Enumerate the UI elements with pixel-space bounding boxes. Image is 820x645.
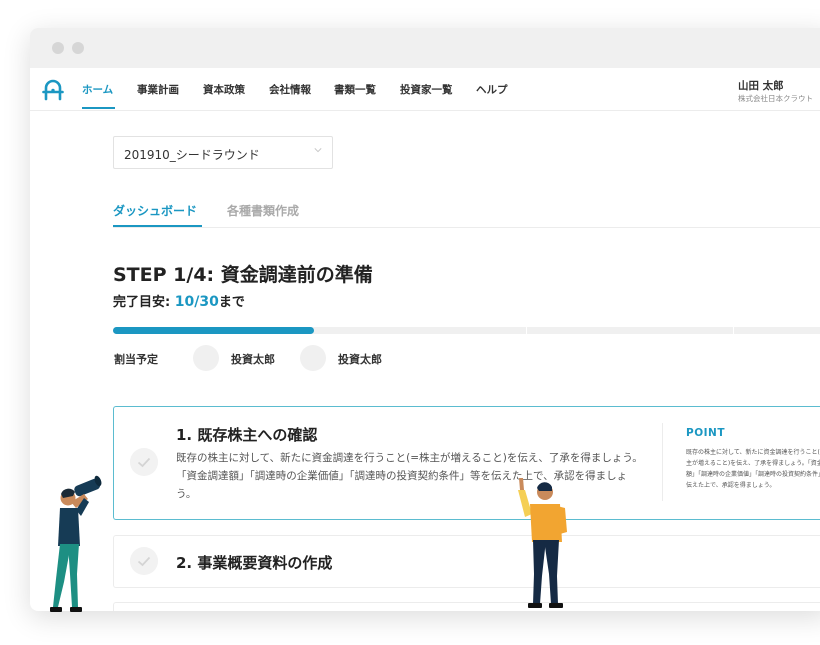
nav-item-documents[interactable]: 書類一覧 [334, 82, 376, 97]
target-date: 10/30 [174, 294, 219, 310]
task-card-existing-shareholders[interactable]: 1. 既存株主への確認 既存の株主に対して、新たに資金調達を行うこと(=株主が増… [113, 406, 820, 520]
nav-active-underline [82, 107, 115, 109]
tab-dashboard[interactable]: ダッシュボード [113, 202, 197, 219]
point-divider [662, 423, 663, 501]
nav-item-help[interactable]: ヘルプ [476, 82, 508, 97]
target-suffix: まで [218, 295, 245, 310]
step-progress-bar [113, 327, 820, 334]
telescope-person-illustration [50, 475, 102, 612]
task-card[interactable] [113, 602, 820, 611]
target-prefix: 完了目安: [113, 295, 175, 310]
task-title: 2. 事業概要資料の作成 [176, 554, 333, 572]
step-title: STEP 1/4: 資金調達前の準備 [113, 264, 373, 286]
investor-name[interactable]: 投資太郎 [231, 351, 275, 367]
nav-item-business-plan[interactable]: 事業計画 [137, 82, 179, 97]
investor-avatar [193, 345, 219, 371]
nav-item-investors[interactable]: 投資家一覧 [400, 82, 453, 97]
tabs-divider [113, 227, 820, 228]
user-name[interactable]: 山田 太郎 [738, 78, 784, 93]
step-target: 完了目安: 10/30まで [113, 291, 245, 310]
user-company: 株式会社日本クラウト [738, 94, 813, 103]
point-label: POINT [686, 427, 725, 439]
nav-item-home[interactable]: ホーム [82, 82, 113, 97]
task-description: 既存の株主に対して、新たに資金調達を行うこと(=株主が増えること)を伝え、了承を… [176, 452, 643, 500]
app-logo-icon[interactable] [42, 79, 64, 101]
assignment-label: 割当予定 [114, 353, 158, 366]
window-control-dot[interactable] [52, 42, 64, 54]
task-card-business-overview[interactable]: 2. 事業概要資料の作成 [113, 535, 820, 588]
window-control-dot[interactable] [72, 42, 84, 54]
check-icon[interactable] [130, 547, 158, 575]
task-title: 1. 既存株主への確認 [176, 426, 318, 444]
nav-item-capital-policy[interactable]: 資本政策 [203, 82, 245, 97]
round-select-value: 201910_シードラウンド [124, 148, 260, 162]
round-select[interactable]: 201910_シードラウンド [113, 136, 333, 169]
chevron-down-icon [314, 148, 322, 153]
window-titlebar [30, 28, 820, 68]
progress-step-divider [733, 327, 734, 334]
tab-document-creation[interactable]: 各種書類作成 [227, 202, 299, 219]
investor-name[interactable]: 投資太郎 [338, 351, 382, 367]
top-nav: ホーム 事業計画 資本政策 会社情報 書類一覧 投資家一覧 ヘルプ 山田 太郎 … [30, 68, 820, 111]
nav-item-company-info[interactable]: 会社情報 [269, 82, 311, 97]
step-progress-fill [113, 327, 314, 334]
pointing-person-illustration [518, 478, 567, 608]
app-window: ホーム 事業計画 資本政策 会社情報 書類一覧 投資家一覧 ヘルプ 山田 太郎 … [30, 28, 820, 611]
progress-step-divider [526, 327, 527, 334]
investor-avatar [300, 345, 326, 371]
check-icon[interactable] [130, 448, 158, 476]
point-text: 既存の株主に対して、新たに資金調達を行うこと(=株主が増えること)を伝え、了承を… [686, 449, 820, 489]
